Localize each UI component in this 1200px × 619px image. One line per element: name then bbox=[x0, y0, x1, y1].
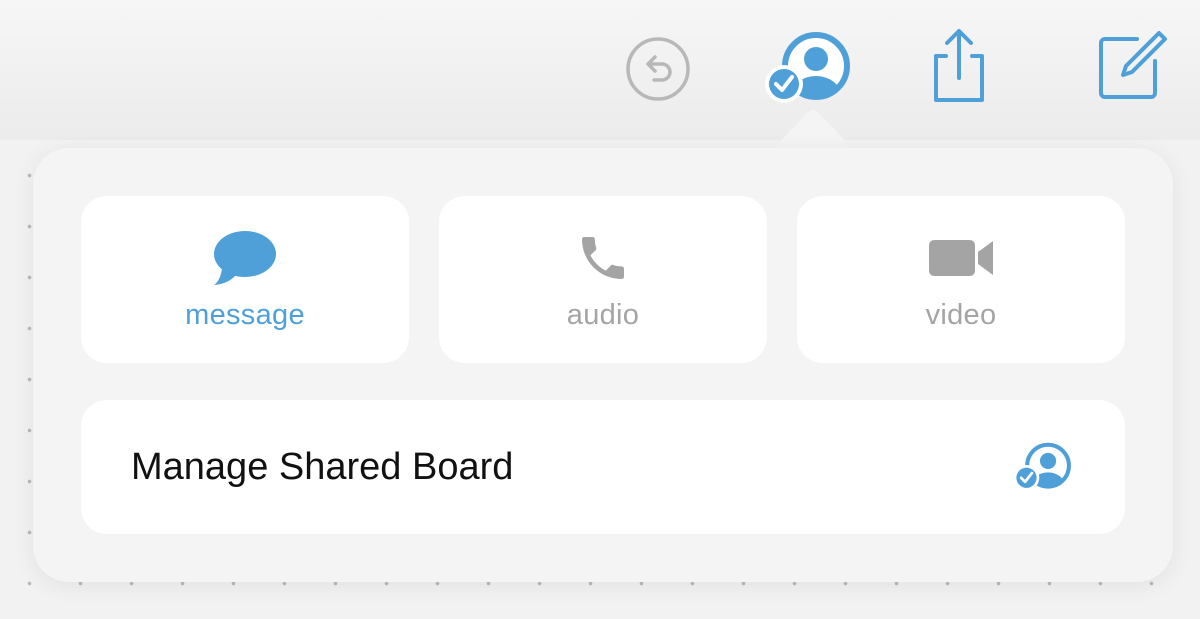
collaborate-button[interactable] bbox=[764, 28, 856, 108]
popover-arrow bbox=[770, 109, 856, 152]
phone-icon bbox=[582, 237, 624, 279]
video-icon-wrap bbox=[797, 230, 1125, 286]
video-camera-icon bbox=[929, 240, 993, 276]
message-button[interactable]: message bbox=[81, 196, 409, 363]
collaboration-popover: message audio video Manage Shared Board bbox=[33, 148, 1173, 582]
message-icon-wrap bbox=[81, 230, 409, 286]
audio-icon-wrap bbox=[439, 230, 767, 286]
video-button[interactable]: video bbox=[797, 196, 1125, 363]
shared-person-check-icon bbox=[765, 32, 850, 103]
share-button[interactable] bbox=[922, 26, 996, 106]
message-bubble-icon bbox=[214, 231, 276, 285]
undo-arrow-icon bbox=[626, 37, 690, 101]
shared-person-check-icon bbox=[1013, 442, 1071, 491]
share-icon bbox=[934, 29, 984, 102]
toolbar bbox=[0, 0, 1200, 150]
undo-button[interactable] bbox=[622, 33, 694, 105]
manage-shared-board-button[interactable]: Manage Shared Board bbox=[81, 400, 1125, 534]
message-label: message bbox=[185, 299, 305, 331]
compose-button[interactable] bbox=[1092, 28, 1170, 102]
manage-shared-board-label: Manage Shared Board bbox=[131, 446, 514, 488]
compose-icon bbox=[1099, 31, 1167, 99]
audio-label: audio bbox=[566, 299, 640, 331]
audio-button[interactable]: audio bbox=[439, 196, 767, 363]
video-label: video bbox=[925, 299, 997, 331]
